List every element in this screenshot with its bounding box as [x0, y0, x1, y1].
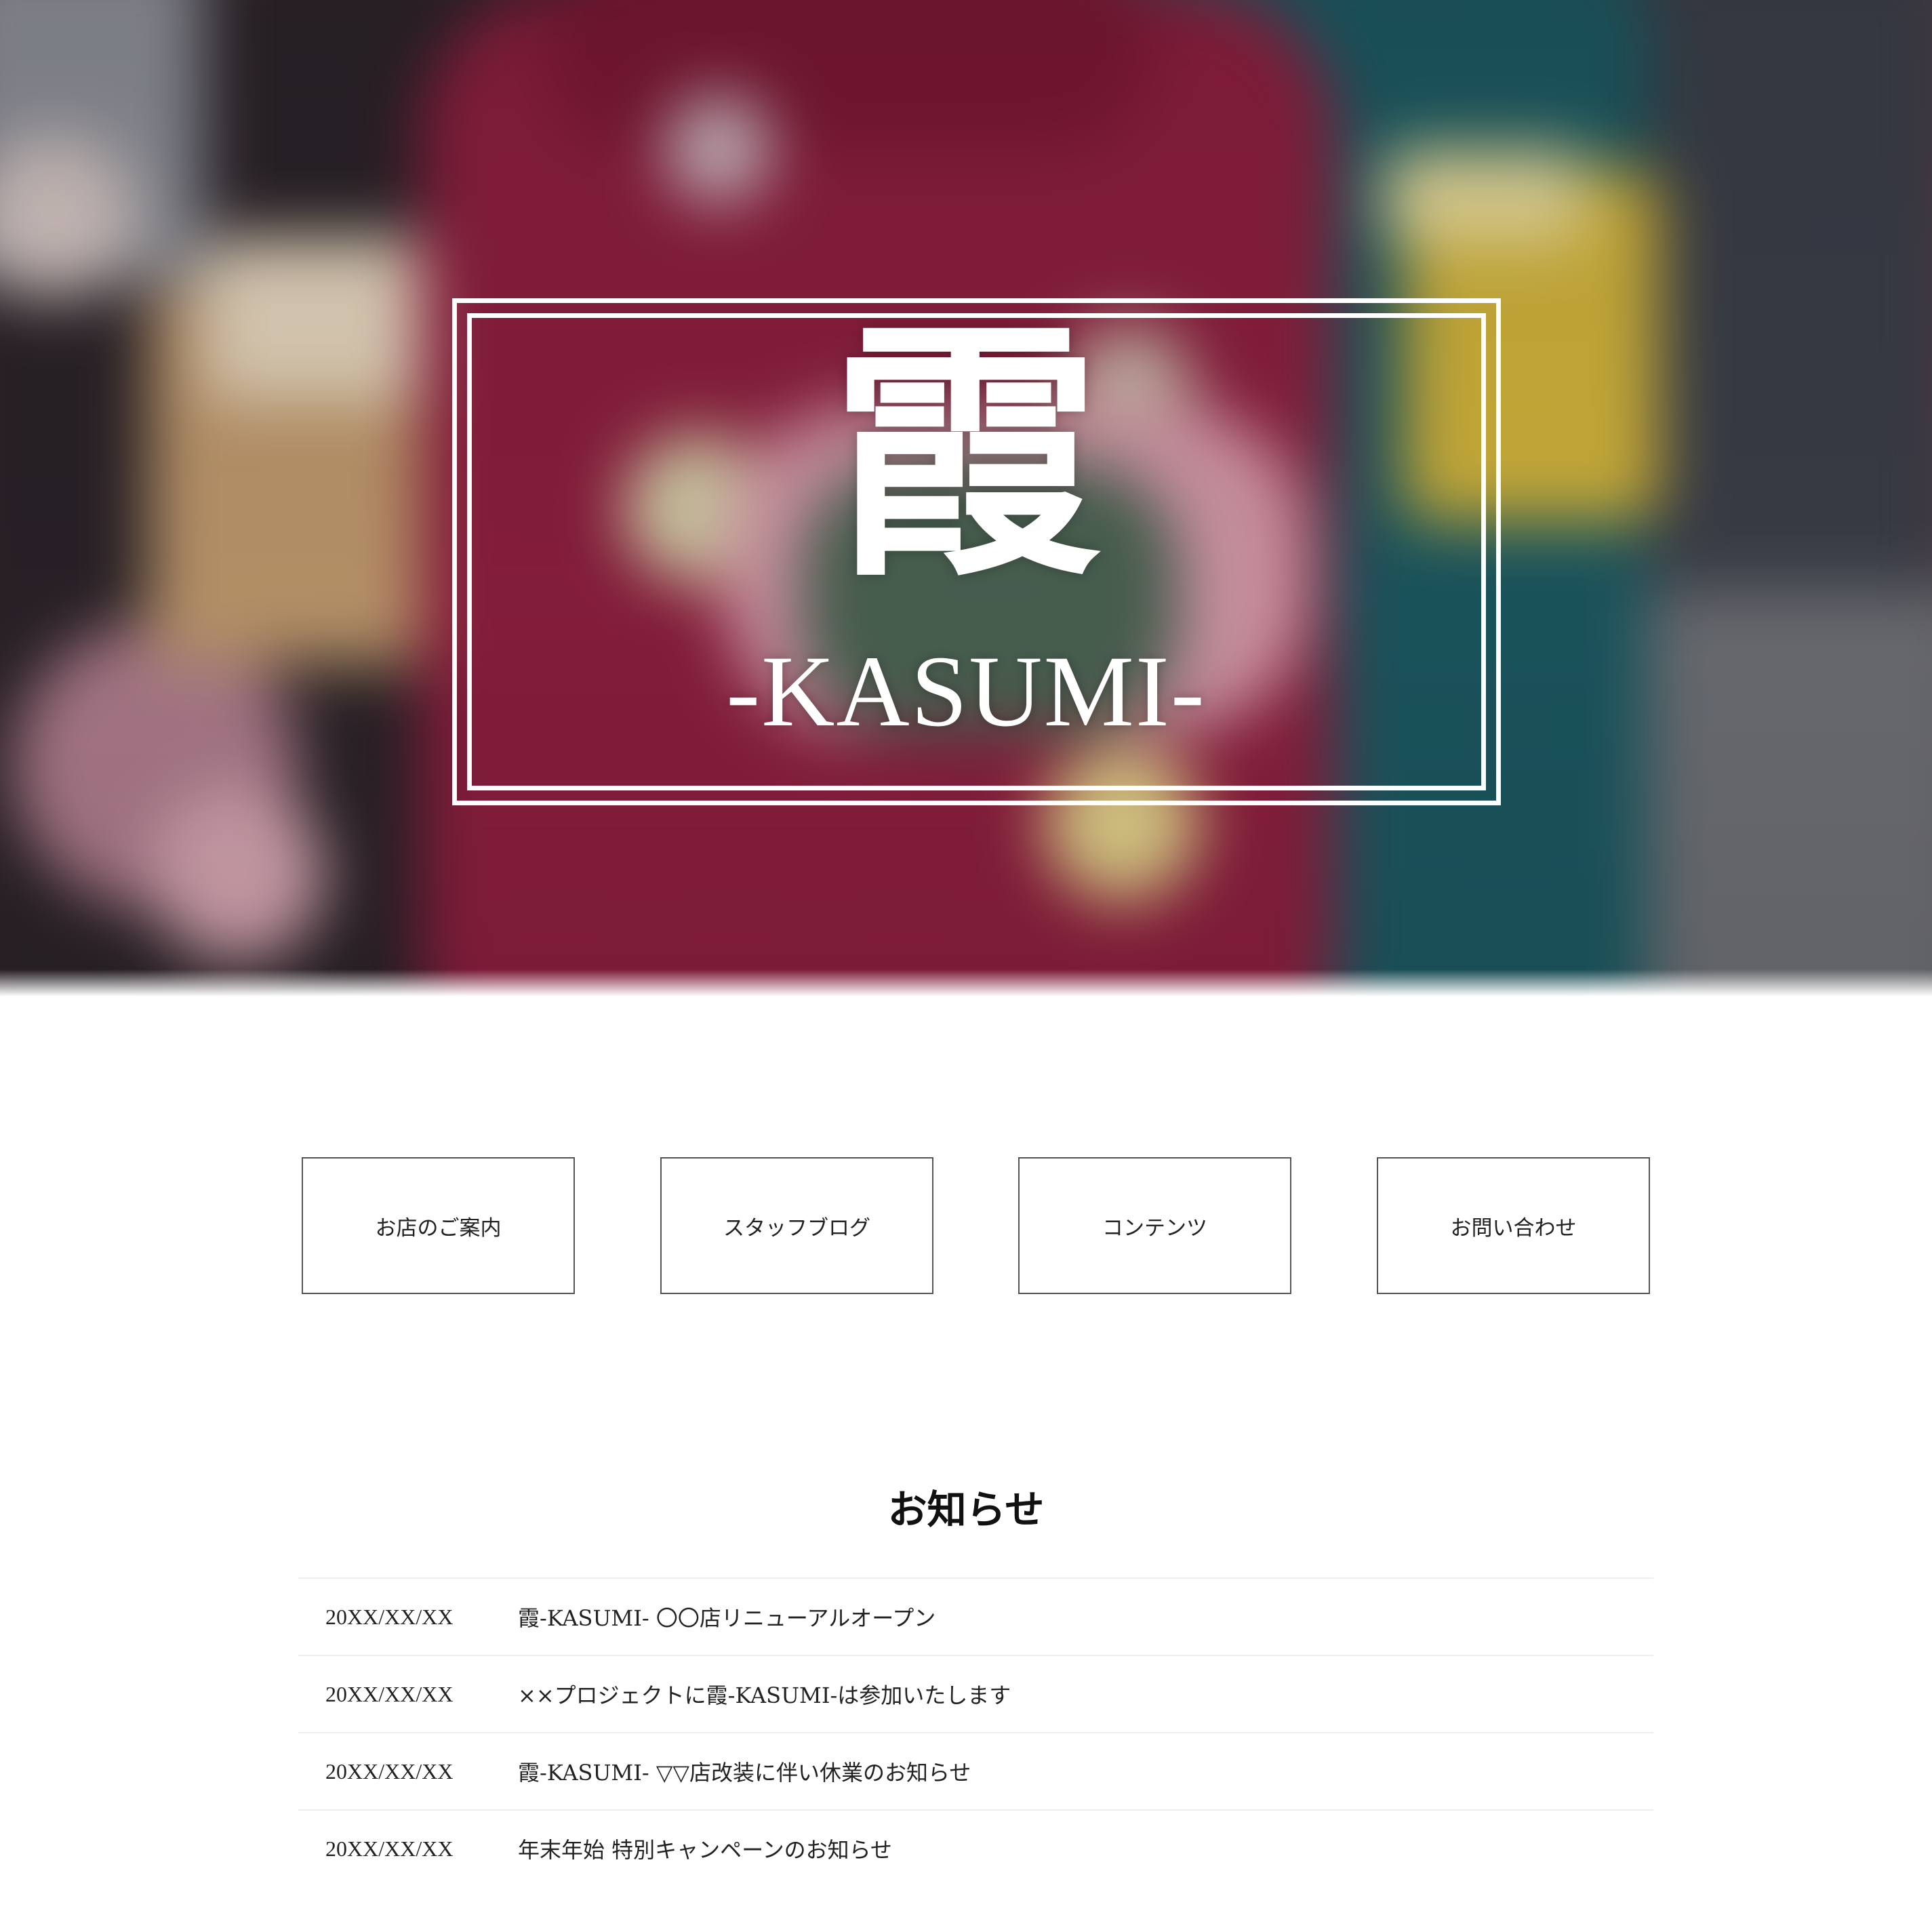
news-item[interactable]: 20XX/XX/XX 霞-KASUMI- ▽▽店改装に伴い休業のお知らせ — [298, 1732, 1653, 1809]
logo-kanji: 霞 — [830, 295, 1102, 613]
nav-button-contents[interactable]: コンテンツ — [1018, 1157, 1291, 1294]
news-item[interactable]: 20XX/XX/XX 霞-KASUMI- 〇〇店リニューアルオープン — [298, 1577, 1653, 1655]
news-date: 20XX/XX/XX — [325, 1758, 454, 1784]
news-section-title: お知らせ — [887, 1487, 1045, 1533]
main-nav: お店のご案内 スタッフブログ コンテンツ お問い合わせ — [0, 1157, 1932, 1294]
news-text: ××プロジェクトに霞-KASUMI-は参加いたします — [518, 1683, 1011, 1708]
logo-latin: -KASUMI- — [726, 635, 1206, 748]
news-date: 20XX/XX/XX — [325, 1836, 454, 1861]
news-list: 20XX/XX/XX 霞-KASUMI- 〇〇店リニューアルオープン 20XX/… — [298, 1577, 1653, 1887]
news-date: 20XX/XX/XX — [325, 1604, 454, 1629]
nav-button-staff-blog[interactable]: スタッフブログ — [660, 1157, 933, 1294]
nav-button-contact[interactable]: お問い合わせ — [1377, 1157, 1650, 1294]
news-item[interactable]: 20XX/XX/XX ××プロジェクトに霞-KASUMI-は参加いたします — [298, 1655, 1653, 1732]
news-item[interactable]: 20XX/XX/XX 年末年始 特別キャンペーンのお知らせ — [298, 1809, 1653, 1887]
hero-banner: 霞 -KASUMI- — [0, 0, 1932, 997]
news-text: 霞-KASUMI- ▽▽店改装に伴い休業のお知らせ — [518, 1760, 971, 1786]
news-text: 霞-KASUMI- 〇〇店リニューアルオープン — [518, 1605, 936, 1631]
news-date: 20XX/XX/XX — [325, 1681, 454, 1706]
news-text: 年末年始 特別キャンペーンのお知らせ — [518, 1837, 892, 1863]
nav-button-shop-info[interactable]: お店のご案内 — [302, 1157, 575, 1294]
hero-bottom-fade — [0, 969, 1932, 997]
